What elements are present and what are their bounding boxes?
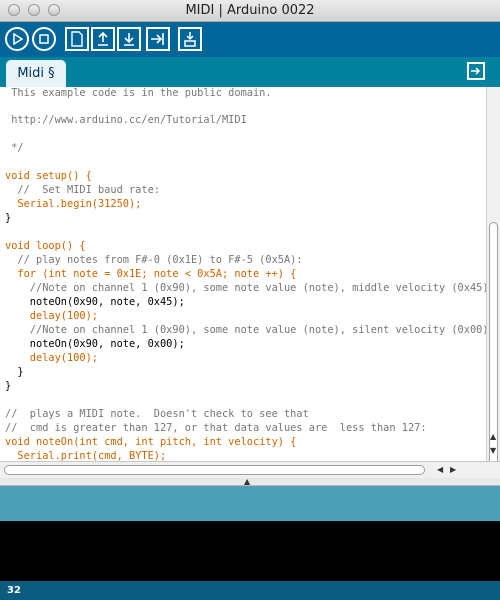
new-file-icon [71, 31, 83, 47]
code-line: for (int note = 0x1E; note < 0x5A; note … [5, 268, 297, 280]
stop-icon [39, 34, 49, 44]
window-titlebar: MIDI | Arduino 0022 [0, 0, 500, 22]
save-button[interactable] [117, 27, 141, 51]
tab-menu-button[interactable] [467, 62, 485, 80]
code-line: delay(100); [5, 352, 98, 364]
code-line: http://www.arduino.cc/en/Tutorial/MIDI [5, 114, 247, 126]
horizontal-scroll-thumb[interactable] [4, 465, 425, 475]
open-button[interactable] [91, 27, 115, 51]
line-number: 32 [7, 585, 21, 596]
status-bar [0, 486, 500, 521]
code-line: // play notes from F#-0 (0x1E) to F#-5 (… [5, 254, 303, 266]
scroll-right-icon[interactable]: ▶ [450, 466, 456, 474]
scroll-left-icon[interactable]: ◀ [437, 466, 443, 474]
code-line: void loop() { [5, 240, 86, 252]
tab-menu-arrow-icon [471, 67, 481, 75]
code-line: */ [5, 142, 24, 154]
code-line: } [5, 380, 12, 392]
console-output[interactable] [0, 521, 500, 581]
upload-button[interactable] [146, 27, 170, 51]
code-line: noteOn(0x90, note, 0x45); [5, 296, 185, 308]
code-line: //Note on channel 1 (0x90), some note va… [5, 282, 486, 294]
play-icon [13, 33, 23, 45]
upload-icon [151, 33, 164, 45]
tab-midi[interactable]: Midi § [6, 60, 66, 87]
code-line: void setup() { [5, 170, 92, 182]
horizontal-scrollbar[interactable]: ◀ ▶ [0, 461, 500, 478]
verify-button[interactable] [5, 27, 29, 51]
scroll-down-icon[interactable]: ▼ [490, 447, 496, 455]
code-editor[interactable]: This example code is in the public domai… [0, 87, 486, 461]
code-line: Serial.print(cmd, BYTE); [5, 450, 167, 461]
new-button[interactable] [65, 27, 89, 51]
code-line: } [5, 366, 24, 378]
vertical-scroll-thumb[interactable] [489, 222, 498, 484]
pane-splitter[interactable]: ▲ [0, 478, 500, 486]
serial-monitor-icon [184, 32, 196, 47]
code-line: // plays a MIDI note. Doesn't check to s… [5, 408, 309, 420]
scroll-up-icon[interactable]: ▲ [490, 433, 496, 441]
save-arrow-icon [124, 33, 134, 46]
tab-bar: Midi § [0, 57, 500, 87]
open-arrow-icon [98, 31, 108, 46]
toolbar [0, 22, 500, 57]
line-number-bar: 32 [0, 581, 500, 600]
code-line: //Note on channel 1 (0x90), some note va… [5, 324, 486, 336]
code-line: delay(100); [5, 310, 98, 322]
window-title: MIDI | Arduino 0022 [185, 3, 315, 18]
splitter-up-icon: ▲ [244, 477, 251, 486]
code-line: } [5, 212, 12, 224]
code-line: This example code is in the public domai… [5, 87, 272, 99]
serial-monitor-button[interactable] [178, 27, 202, 51]
stop-button[interactable] [32, 27, 56, 51]
code-line: // Set MIDI baud rate: [5, 184, 160, 196]
code-line: noteOn(0x90, note, 0x00); [5, 338, 185, 350]
code-line: // cmd is greater than 127, or that data… [5, 422, 427, 434]
vertical-scrollbar[interactable]: ▲ ▼ [486, 87, 500, 484]
code-line: void noteOn(int cmd, int pitch, int velo… [5, 436, 297, 448]
code-line: Serial.begin(31250); [5, 198, 142, 210]
